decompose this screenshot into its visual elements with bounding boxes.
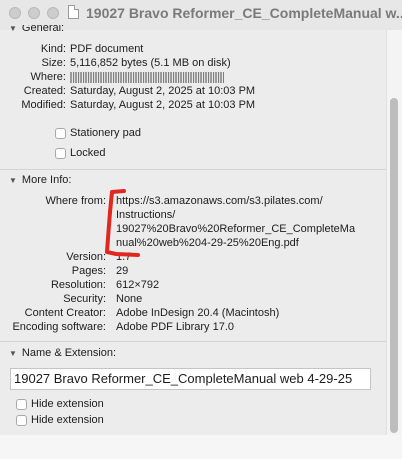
annotation-stroke xyxy=(105,189,140,257)
red-bracket-annotation xyxy=(105,189,140,257)
